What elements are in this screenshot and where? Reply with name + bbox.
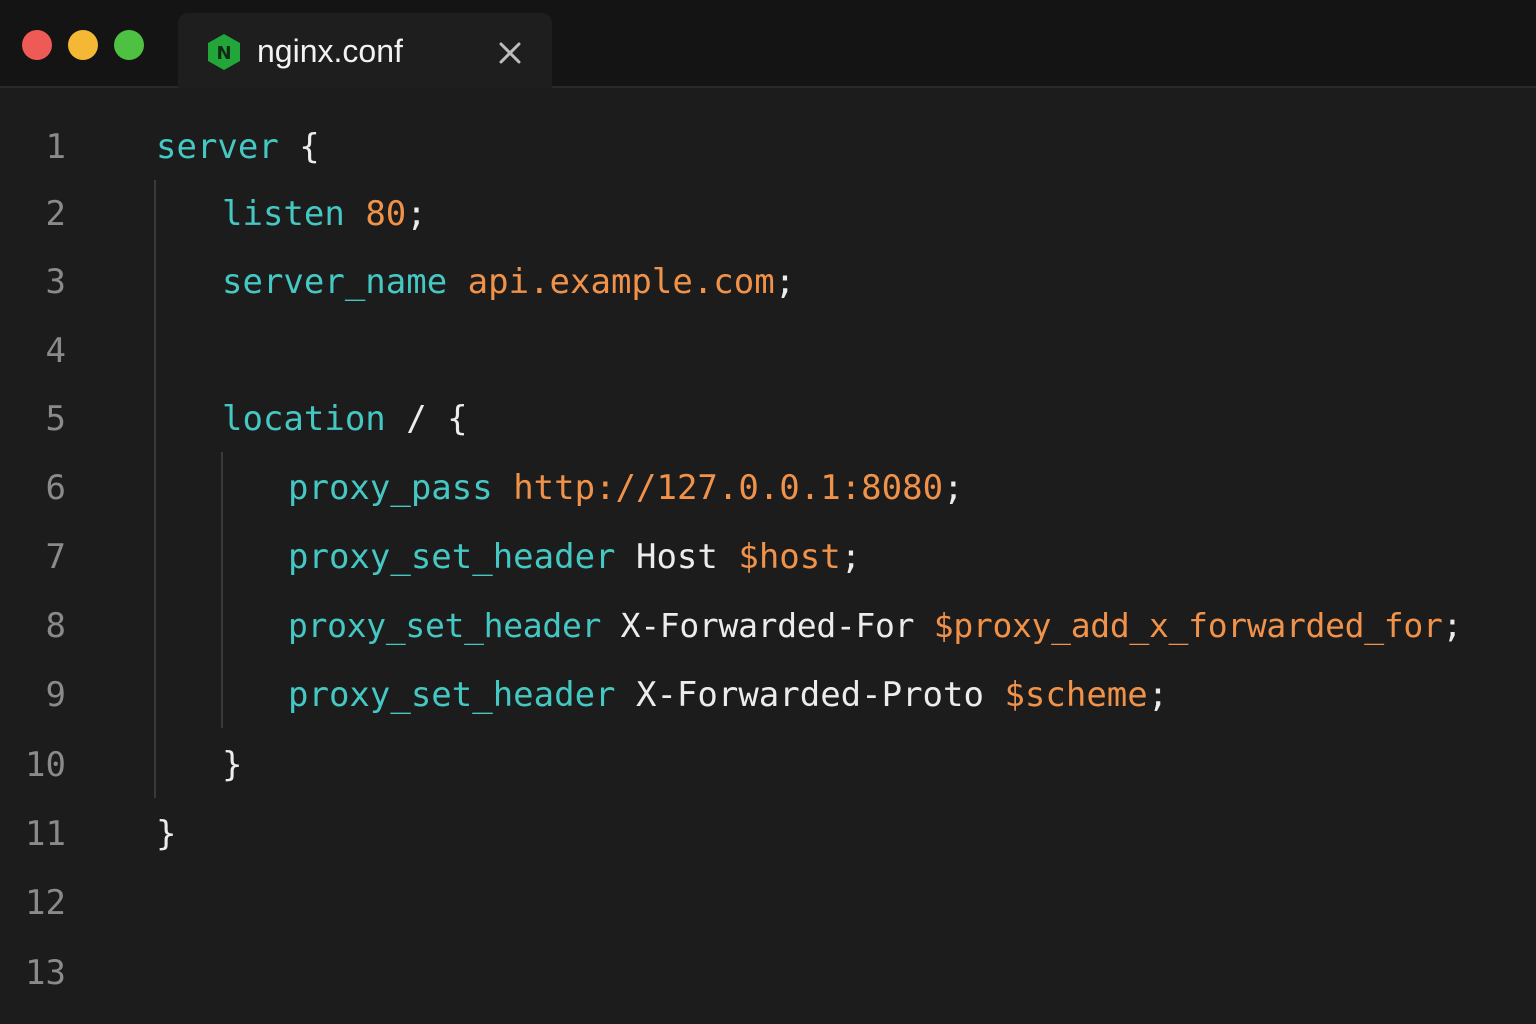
code-line-10: }: [222, 745, 242, 785]
code-punctuation: ;: [840, 537, 862, 577]
code-value: http://127.0.0.1:8080: [513, 468, 944, 508]
code-editor[interactable]: 1 2 3 4 5 6 7 8 9 10 11 12 13 server { l…: [0, 90, 1536, 1024]
code-punctuation: {: [278, 127, 320, 167]
editor-window: N nginx.conf 1 2 3 4 5 6 7 8 9 10 11 12 …: [0, 0, 1536, 1024]
code-value: $proxy_add_x_forwarded_for: [933, 606, 1443, 645]
line-number: 7: [45, 537, 66, 577]
line-number: 5: [45, 399, 66, 439]
code-line-11: }: [156, 814, 176, 854]
line-number: 11: [25, 814, 66, 854]
code-keyword: proxy_set_header: [288, 537, 616, 577]
close-icon[interactable]: [496, 39, 524, 67]
code-punctuation: ;: [1147, 675, 1169, 715]
line-number: 12: [25, 883, 66, 923]
code-value: $scheme: [1004, 675, 1148, 715]
code-punctuation: }: [156, 814, 177, 854]
code-keyword: server: [156, 127, 279, 167]
maximize-window-button[interactable]: [114, 30, 144, 60]
code-keyword: proxy_set_header: [288, 675, 616, 715]
code-line-3: server_name api.example.com;: [222, 262, 795, 302]
line-number: 2: [45, 194, 66, 234]
line-number: 10: [25, 745, 66, 785]
code-keyword: proxy_set_header: [288, 606, 602, 645]
close-window-button[interactable]: [22, 30, 52, 60]
tab-nginx-conf[interactable]: N nginx.conf: [178, 13, 552, 88]
code-punctuation: ;: [774, 262, 796, 302]
nginx-icon-letter: N: [216, 43, 231, 64]
code-keyword: proxy_pass: [288, 468, 493, 508]
tab-title: nginx.conf: [257, 33, 403, 69]
code-keyword: listen: [222, 194, 345, 234]
code-line-6: proxy_pass http://127.0.0.1:8080;: [288, 468, 964, 508]
minimize-window-button[interactable]: [68, 30, 98, 60]
code-line-2: listen 80;: [222, 194, 427, 234]
nginx-icon: N: [208, 34, 240, 70]
code-value: api.example.com: [467, 262, 775, 302]
line-number: 1: [45, 127, 66, 167]
line-number: 4: [45, 331, 66, 371]
code-punctuation: ;: [943, 468, 964, 508]
code-value: $host: [738, 537, 841, 577]
indent-guide: [221, 452, 223, 728]
line-number: 8: [45, 606, 66, 646]
code-text: X-Forwarded-For: [601, 606, 934, 645]
code-line-8: proxy_set_header X-Forwarded-For $proxy_…: [288, 606, 1462, 646]
title-bar: N nginx.conf: [0, 0, 1536, 88]
code-line-7: proxy_set_header Host $host;: [288, 537, 861, 577]
line-number: 3: [45, 262, 66, 302]
code-line-1: server {: [156, 127, 320, 167]
code-text: Host: [615, 537, 739, 577]
code-text: X-Forwarded-Proto: [615, 675, 1005, 715]
code-keyword: location: [222, 399, 386, 439]
code-value: 80: [365, 194, 407, 234]
line-number-gutter: 1 2 3 4 5 6 7 8 9 10 11 12 13: [0, 90, 100, 1024]
line-number: 13: [25, 953, 66, 993]
code-line-5: location / {: [222, 399, 468, 439]
line-number: 6: [45, 468, 66, 508]
line-number: 9: [45, 675, 66, 715]
code-punctuation: ;: [1442, 606, 1463, 645]
code-punctuation: }: [222, 745, 243, 785]
code-line-9: proxy_set_header X-Forwarded-Proto $sche…: [288, 675, 1168, 715]
code-keyword: server_name: [222, 262, 448, 302]
code-text: / {: [385, 399, 468, 439]
code-punctuation: ;: [406, 194, 427, 234]
indent-guide: [154, 180, 156, 798]
